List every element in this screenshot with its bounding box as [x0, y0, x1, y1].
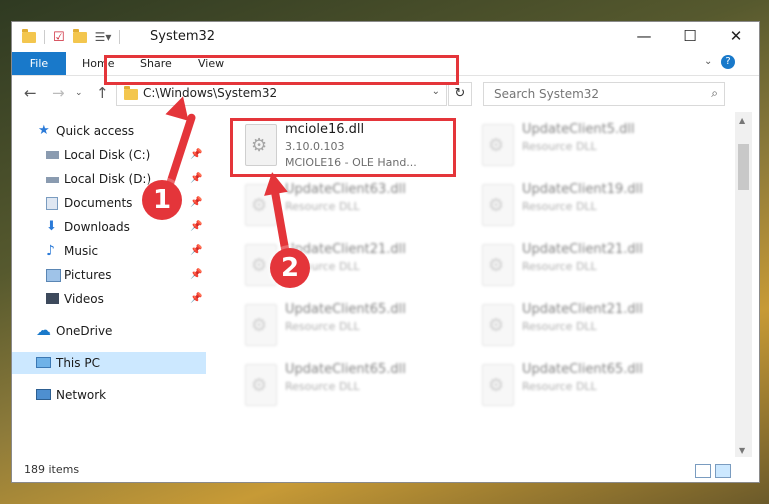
- drive-icon: [46, 177, 59, 183]
- scroll-up-icon[interactable]: ▲: [739, 116, 745, 125]
- scroll-thumb[interactable]: [738, 144, 749, 190]
- folder-icon: [22, 28, 36, 43]
- back-arrow-icon[interactable]: ←: [24, 84, 37, 102]
- sidebar-item-network[interactable]: Network: [12, 384, 206, 406]
- file-name: UpdateClient19.dll: [522, 182, 643, 197]
- search-input[interactable]: [492, 86, 696, 102]
- file-item[interactable]: UpdateClient65.dll Resource DLL: [235, 298, 455, 350]
- sidebar-item-downloads[interactable]: ⬇ Downloads 📌: [12, 216, 206, 238]
- customize-toolbar-icon[interactable]: ☰▾: [95, 30, 112, 44]
- forward-arrow-icon[interactable]: →: [52, 84, 65, 102]
- search-icon[interactable]: ⌕: [711, 86, 718, 101]
- sidebar-item-this-pc[interactable]: This PC: [12, 352, 206, 374]
- cloud-icon: ☁: [36, 321, 51, 339]
- dll-file-icon: [482, 304, 514, 346]
- download-arrow-icon: ⬇: [46, 219, 57, 234]
- dll-file-icon: [482, 364, 514, 406]
- new-folder-icon[interactable]: [72, 28, 87, 43]
- dll-file-icon: [482, 244, 514, 286]
- address-bar[interactable]: C:\Windows\System32 ⌄: [116, 82, 447, 106]
- sidebar-item-quick-access[interactable]: ★ Quick access: [12, 120, 206, 142]
- scroll-down-icon[interactable]: ▼: [739, 446, 745, 455]
- file-item[interactable]: UpdateClient65.dll Resource DLL: [472, 358, 692, 410]
- search-box[interactable]: ⌕: [483, 82, 725, 106]
- help-icon[interactable]: ?: [721, 55, 735, 69]
- videos-icon: [46, 293, 59, 304]
- file-description: Resource DLL: [285, 380, 360, 393]
- arrowhead-icon: [260, 170, 288, 196]
- file-name: UpdateClient65.dll: [285, 362, 406, 377]
- pin-icon[interactable]: 📌: [190, 264, 202, 286]
- file-description: Resource DLL: [285, 200, 360, 213]
- network-icon: [36, 389, 51, 400]
- drive-icon: [46, 151, 59, 159]
- pin-icon[interactable]: 📌: [190, 240, 202, 262]
- window-title: System32: [150, 29, 216, 44]
- step-badge-1: 1: [142, 180, 182, 220]
- pin-icon[interactable]: 📌: [190, 288, 202, 310]
- file-description: Resource DLL: [522, 320, 597, 333]
- file-description: Resource DLL: [522, 200, 597, 213]
- file-name: UpdateClient65.dll: [522, 362, 643, 377]
- file-description: Resource DLL: [285, 320, 360, 333]
- file-description: Resource DLL: [522, 140, 597, 153]
- sidebar-item-pictures[interactable]: Pictures 📌: [12, 264, 206, 286]
- pin-icon[interactable]: 📌: [190, 216, 202, 238]
- address-highlight: [104, 55, 459, 85]
- toolbar-divider: [44, 30, 45, 44]
- pictures-icon: [46, 269, 61, 282]
- refresh-button[interactable]: ↻: [448, 82, 472, 106]
- file-item[interactable]: UpdateClient21.dll Resource DLL: [235, 238, 455, 290]
- file-item[interactable]: UpdateClient5.dll Resource DLL: [472, 118, 692, 170]
- pin-icon[interactable]: 📌: [190, 168, 202, 190]
- toolbar-divider: [119, 30, 121, 44]
- sidebar-item-videos[interactable]: Videos 📌: [12, 288, 206, 310]
- explorer-window: ☑ ☰▾ System32 — ☐ ✕ File Home Share View…: [12, 22, 759, 482]
- file-name: UpdateClient5.dll: [522, 122, 635, 137]
- folder-icon: [124, 86, 138, 100]
- documents-icon: [46, 197, 58, 210]
- title-bar: ☑ ☰▾ System32 — ☐ ✕: [12, 22, 759, 52]
- sidebar-item-music[interactable]: ♪ Music 📌: [12, 240, 206, 262]
- file-name: UpdateClient65.dll: [285, 302, 406, 317]
- item-count: 189 items: [24, 463, 80, 476]
- step-badge-2: 2: [270, 248, 310, 288]
- tab-file[interactable]: File: [12, 52, 66, 75]
- expand-ribbon-icon[interactable]: ⌄: [704, 56, 712, 67]
- star-icon: ★: [38, 123, 50, 138]
- dll-file-icon: [245, 364, 277, 406]
- dll-file-icon: [482, 184, 514, 226]
- minimize-button[interactable]: —: [621, 22, 667, 52]
- sidebar-item-onedrive[interactable]: ☁ OneDrive: [12, 320, 206, 342]
- file-item[interactable]: UpdateClient19.dll Resource DLL: [472, 178, 692, 230]
- file-item[interactable]: UpdateClient65.dll Resource DLL: [235, 358, 455, 410]
- close-button[interactable]: ✕: [713, 22, 759, 52]
- file-description: Resource DLL: [522, 260, 597, 273]
- computer-icon: [36, 357, 51, 368]
- status-bar: 189 items: [12, 458, 759, 482]
- file-name: UpdateClient63.dll: [285, 182, 406, 197]
- file-name: UpdateClient21.dll: [522, 302, 643, 317]
- address-path[interactable]: C:\Windows\System32: [143, 86, 277, 100]
- file-description: Resource DLL: [522, 380, 597, 393]
- file-item[interactable]: UpdateClient21.dll Resource DLL: [472, 298, 692, 350]
- pin-icon[interactable]: 📌: [190, 192, 202, 214]
- pin-icon[interactable]: 📌: [190, 144, 202, 166]
- file-highlight: [230, 118, 456, 177]
- dll-file-icon: [482, 124, 514, 166]
- recent-locations-icon[interactable]: ⌄: [75, 88, 83, 98]
- dll-file-icon: [245, 304, 277, 346]
- details-view-icon[interactable]: [695, 464, 711, 478]
- file-item[interactable]: UpdateClient21.dll Resource DLL: [472, 238, 692, 290]
- maximize-button[interactable]: ☐: [667, 22, 713, 52]
- file-name: UpdateClient21.dll: [522, 242, 643, 257]
- vertical-scrollbar[interactable]: ▲ ▼: [735, 112, 752, 457]
- chevron-down-icon[interactable]: ⌄: [432, 86, 440, 97]
- music-note-icon: ♪: [46, 243, 55, 259]
- large-icons-view-icon[interactable]: [715, 464, 731, 478]
- up-arrow-icon[interactable]: ↑: [96, 84, 109, 102]
- quick-access-toolbar: ☑ ☰▾: [22, 28, 128, 46]
- properties-icon[interactable]: ☑: [53, 30, 65, 45]
